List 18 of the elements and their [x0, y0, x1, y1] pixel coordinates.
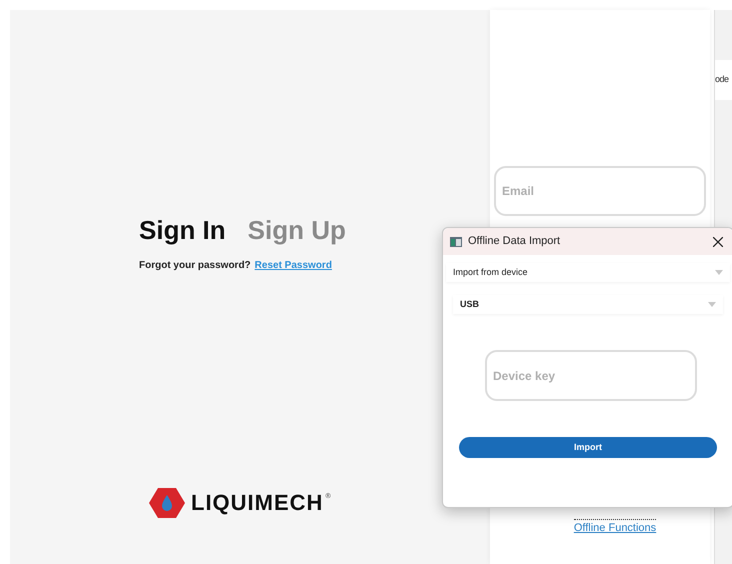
- offline-functions-link[interactable]: Offline Functions: [574, 519, 656, 536]
- forgot-password-text: Forgot your password?: [139, 259, 251, 273]
- connection-dropdown[interactable]: USB: [453, 295, 723, 314]
- close-icon: [713, 236, 723, 246]
- dialog-title: Offline Data Import: [468, 234, 562, 250]
- logo-text: LIQUIMECH: [191, 489, 324, 517]
- reset-password-link[interactable]: Reset Password: [254, 258, 332, 273]
- logo-icon: [149, 486, 185, 518]
- auth-tab[interactable]: Sign In: [139, 213, 226, 247]
- dropdown-caret-icon: [715, 270, 723, 275]
- email-field[interactable]: Email: [494, 166, 706, 216]
- app-window-icon: [450, 236, 462, 246]
- import-button[interactable]: Import: [459, 437, 717, 458]
- side-panel-text: ode: [715, 73, 729, 86]
- source-dropdown[interactable]: Import from device: [446, 263, 730, 282]
- dropdown-caret-icon: [708, 302, 716, 307]
- auth-tab[interactable]: Sign Up: [248, 213, 346, 247]
- device-key-field[interactable]: Device key: [485, 350, 697, 401]
